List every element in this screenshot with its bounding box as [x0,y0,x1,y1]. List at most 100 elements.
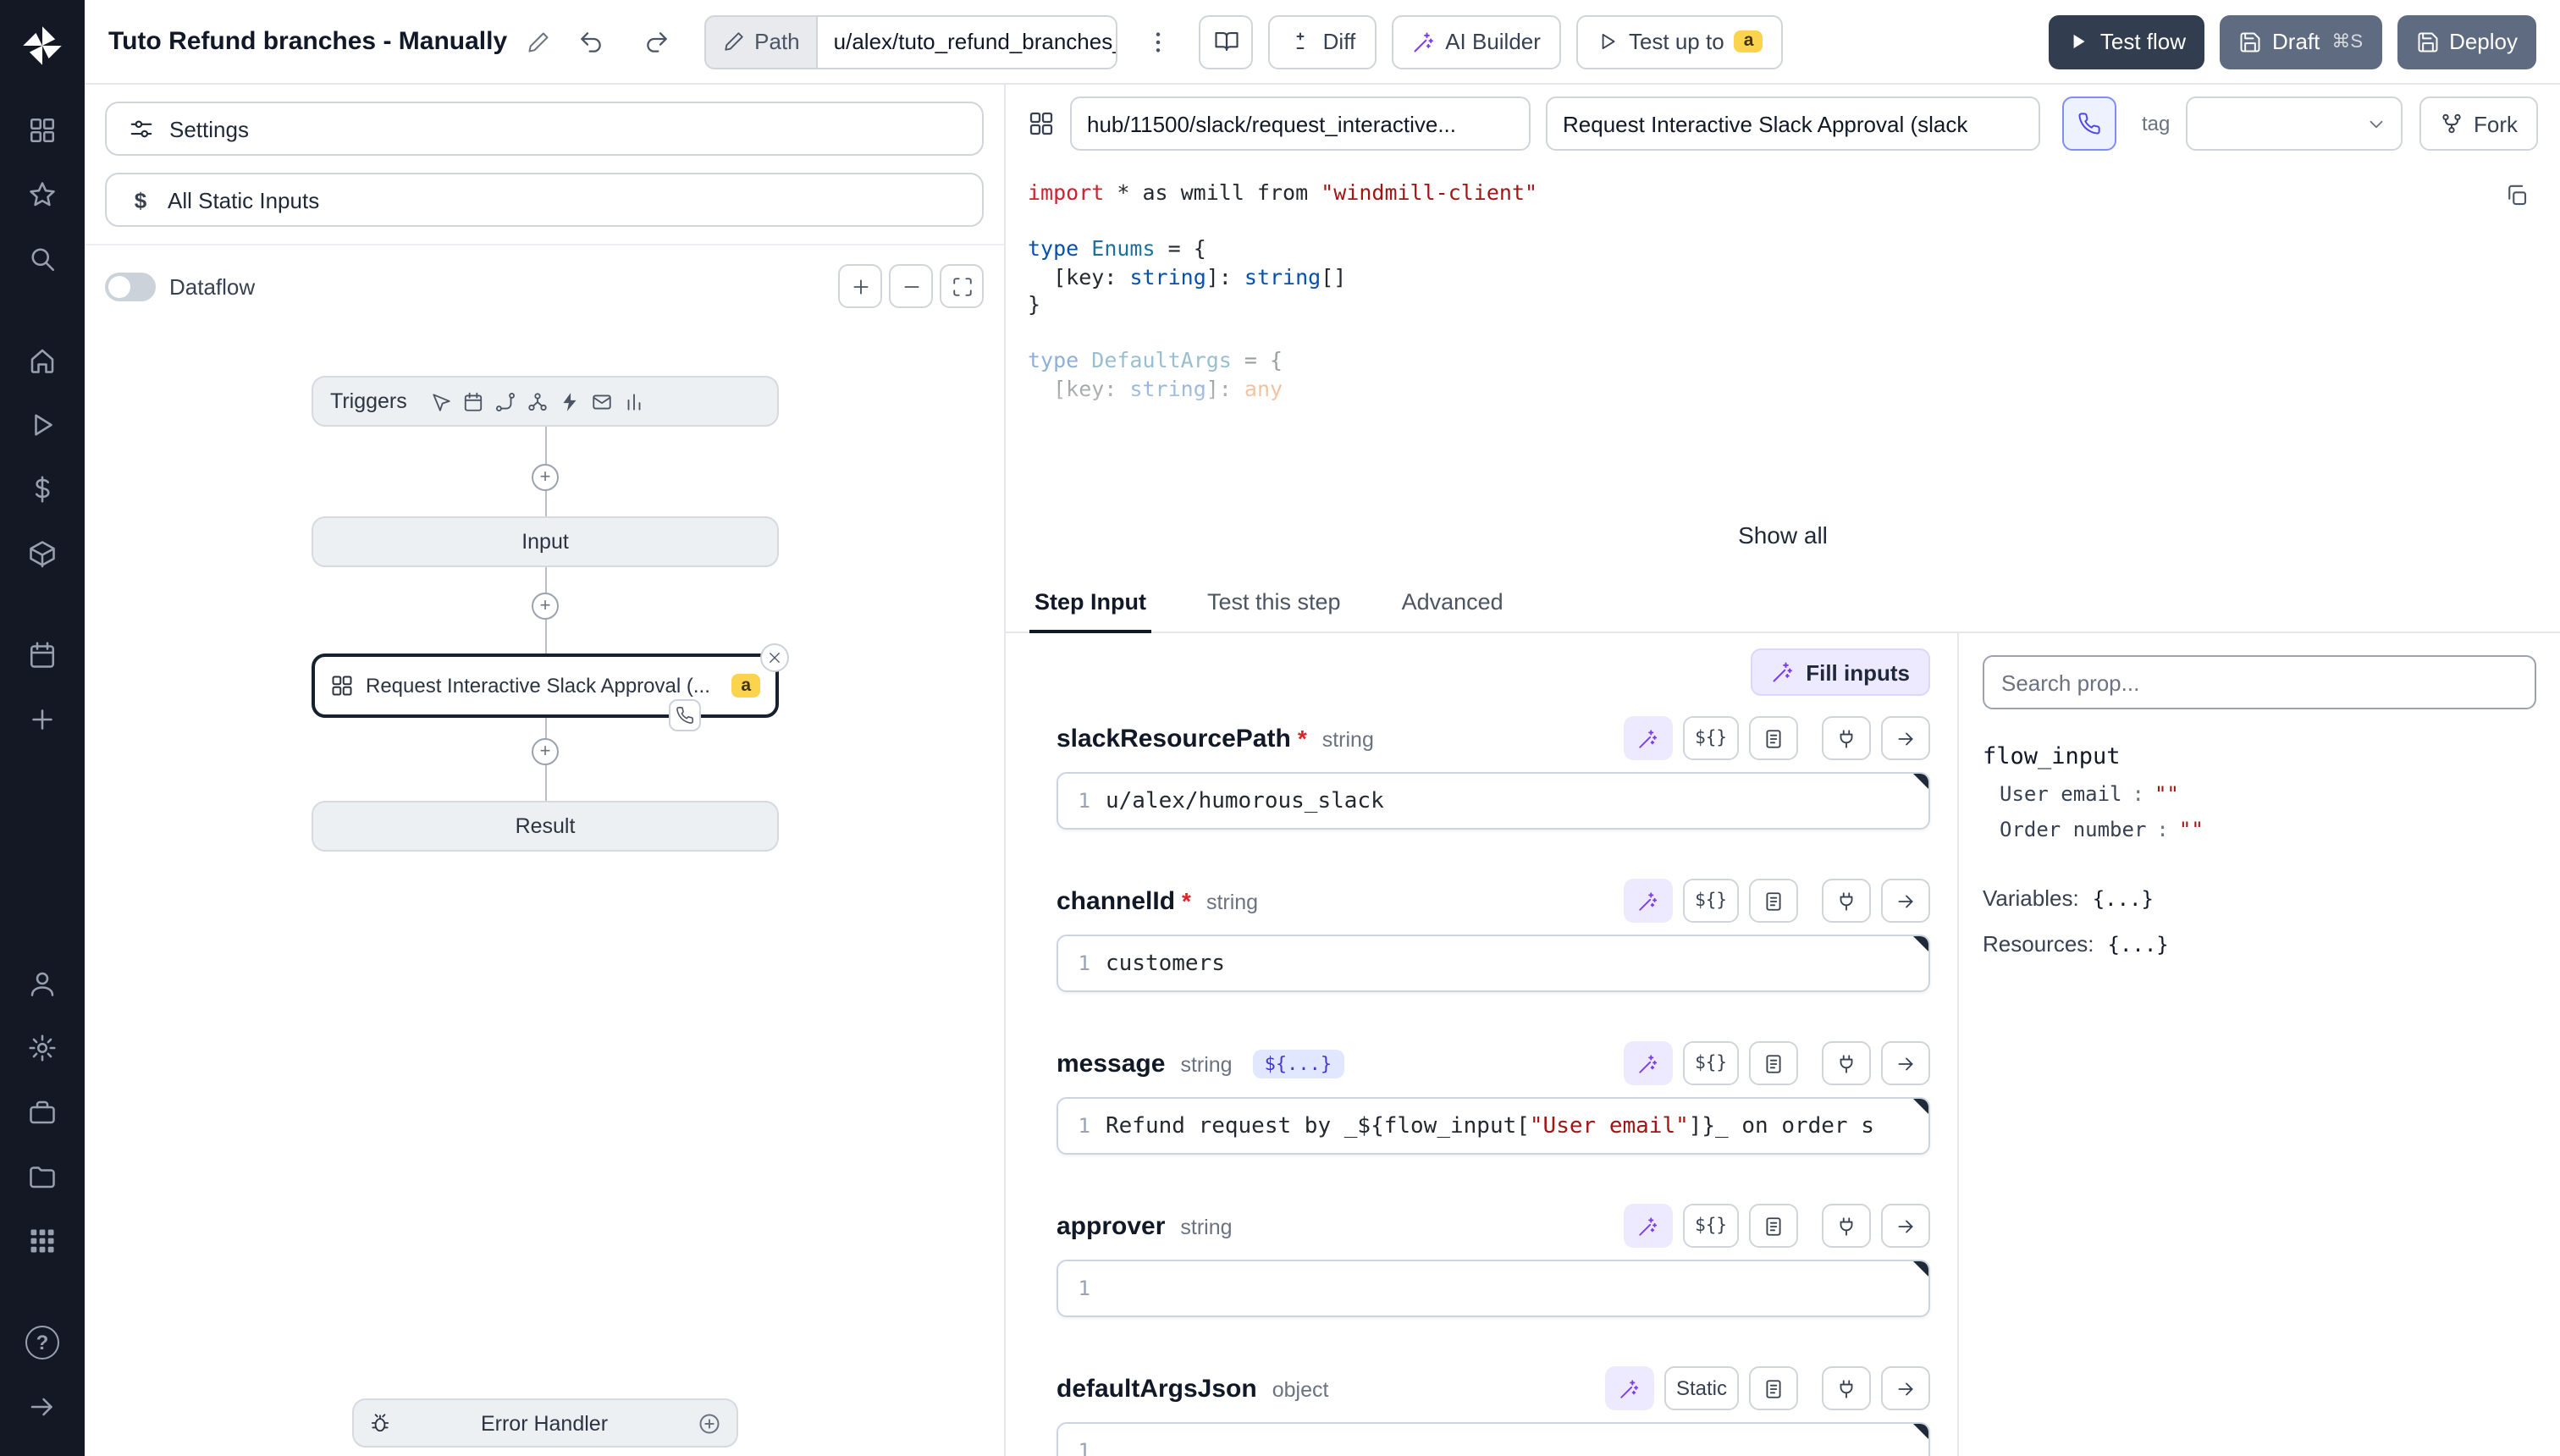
all-static-inputs-button[interactable]: $ All Static Inputs [105,173,984,227]
resources-box-icon[interactable] [14,528,71,579]
ai-fill-wand-button[interactable] [1624,1041,1673,1085]
tab-advanced[interactable]: Advanced [1397,572,1509,633]
runs-play-icon[interactable] [14,400,71,450]
editor-mode-button[interactable] [1749,1366,1798,1410]
remove-step-button[interactable] [760,643,789,672]
apps-grid-icon[interactable] [14,1216,71,1266]
kafka-trigger-icon[interactable] [624,390,646,412]
redo-button[interactable] [631,16,681,67]
expression-mode-button[interactable]: ${} [1683,879,1739,923]
editor-mode-button[interactable] [1749,879,1798,923]
http-route-trigger-icon[interactable] [495,390,517,412]
editor-mode-button[interactable] [1749,1041,1798,1085]
arrow-insert-button[interactable] [1881,1041,1930,1085]
fork-button[interactable]: Fork [2419,97,2538,151]
home-icon[interactable] [14,335,71,386]
arrow-insert-button[interactable] [1881,1204,1930,1248]
arrow-insert-button[interactable] [1881,716,1930,760]
hub-path-input[interactable]: hub/11500/slack/request_interactive... [1070,97,1531,151]
variables-dollar-icon[interactable] [14,464,71,515]
search-icon[interactable] [14,234,71,284]
plug-connect-button[interactable] [1822,1041,1871,1085]
test-flow-button[interactable]: Test flow [2050,14,2204,69]
docs-book-button[interactable] [1200,14,1254,69]
windmill-logo-icon[interactable] [17,20,68,71]
favorites-star-icon[interactable] [14,169,71,220]
field-input-message[interactable]: 1 Refund request by _${flow_input["User … [1057,1097,1930,1155]
add-error-handler-button[interactable] [698,1411,721,1435]
resources-expand[interactable]: {...} [2108,933,2169,957]
settings-gear-icon[interactable] [14,1023,71,1073]
ai-builder-button[interactable]: AI Builder [1391,14,1561,69]
edit-title-pencil-icon[interactable] [526,30,549,53]
field-input-defaultArgsJson[interactable]: 1 [1057,1422,1930,1456]
dashboard-grid-icon[interactable] [14,105,71,156]
show-all-button[interactable]: Show all [1714,511,1851,559]
add-step-button[interactable]: + [532,593,559,620]
editor-mode-button[interactable] [1749,1204,1798,1248]
tag-select[interactable] [2185,97,2402,151]
diff-button[interactable]: Diff [1269,14,1377,69]
fit-view-button[interactable] [940,264,984,308]
suspend-approval-button[interactable] [2062,97,2116,151]
zoom-out-button[interactable] [889,264,933,308]
tab-step-input[interactable]: Step Input [1029,572,1151,633]
code-editor[interactable]: import * as wmill from "windmill-client"… [1006,163,2560,498]
workers-briefcase-icon[interactable] [14,1087,71,1138]
editor-mode-button[interactable] [1749,716,1798,760]
path-button[interactable]: Path [703,14,817,69]
add-step-button[interactable]: + [532,464,559,491]
webhook-trigger-icon[interactable] [527,390,549,412]
test-up-to-button[interactable]: Test up to a [1576,14,1783,69]
suspend-approval-phone-icon[interactable] [669,699,701,731]
slack-approval-step-node[interactable]: Request Interactive Slack Approval (... … [312,654,779,718]
expression-mode-button[interactable]: ${} [1683,716,1739,760]
plug-connect-button[interactable] [1822,716,1871,760]
expression-mode-button[interactable]: ${} [1683,1204,1739,1248]
add-plus-icon[interactable] [14,694,71,745]
step-summary-input[interactable]: Request Interactive Slack Approval (slac… [1546,97,2040,151]
ai-fill-wand-button[interactable] [1624,1204,1673,1248]
flow-input-root[interactable]: flow_input [1983,743,2536,770]
triggers-node[interactable]: Triggers [312,376,779,427]
plug-connect-button[interactable] [1822,1204,1871,1248]
tab-test-this-step[interactable]: Test this step [1202,572,1346,633]
user-icon[interactable] [14,958,71,1009]
schedules-calendar-icon[interactable] [14,630,71,681]
copy-code-button[interactable] [2504,183,2530,208]
error-handler-node[interactable]: Error Handler [352,1398,738,1448]
prop-user-email[interactable]: User email : "" [1983,782,2536,806]
arrow-insert-button[interactable] [1881,1366,1930,1410]
expression-mode-button[interactable]: ${} [1683,1041,1739,1085]
flow-settings-button[interactable]: Settings [105,102,984,156]
static-mode-button[interactable]: Static [1664,1366,1739,1410]
ai-fill-wand-button[interactable] [1624,879,1673,923]
schedule-trigger-icon[interactable] [463,390,485,412]
undo-button[interactable] [565,16,615,67]
field-input-approver[interactable]: 1 [1057,1260,1930,1317]
plug-connect-button[interactable] [1822,1366,1871,1410]
email-trigger-icon[interactable] [592,390,614,412]
variables-expand[interactable]: {...} [2093,887,2154,911]
input-node[interactable]: Input [312,516,779,567]
field-input-slackResourcePath[interactable]: 1 u/alex/humorous_slack [1057,772,1930,830]
zoom-in-button[interactable] [838,264,882,308]
more-menu-button[interactable] [1134,16,1184,67]
ai-fill-wand-button[interactable] [1605,1366,1654,1410]
draft-button[interactable]: Draft ⌘S [2220,14,2381,69]
field-input-channelId[interactable]: 1 customers [1057,935,1930,992]
prop-order-number[interactable]: Order number : "" [1983,818,2536,841]
plug-connect-button[interactable] [1822,879,1871,923]
collapse-sidebar-arrow-icon[interactable] [14,1382,71,1432]
websocket-trigger-icon[interactable] [560,390,582,412]
result-node[interactable]: Result [312,801,779,852]
add-step-button[interactable]: + [532,738,559,765]
path-input[interactable]: u/alex/tuto_refund_branches_ [817,14,1118,69]
dataflow-toggle[interactable] [105,272,156,301]
ai-fill-wand-button[interactable] [1624,716,1673,760]
search-prop-input[interactable] [1983,655,2536,709]
folders-icon[interactable] [14,1151,71,1202]
run-trigger-icon[interactable] [431,390,453,412]
help-icon[interactable]: ? [14,1317,71,1368]
arrow-insert-button[interactable] [1881,879,1930,923]
